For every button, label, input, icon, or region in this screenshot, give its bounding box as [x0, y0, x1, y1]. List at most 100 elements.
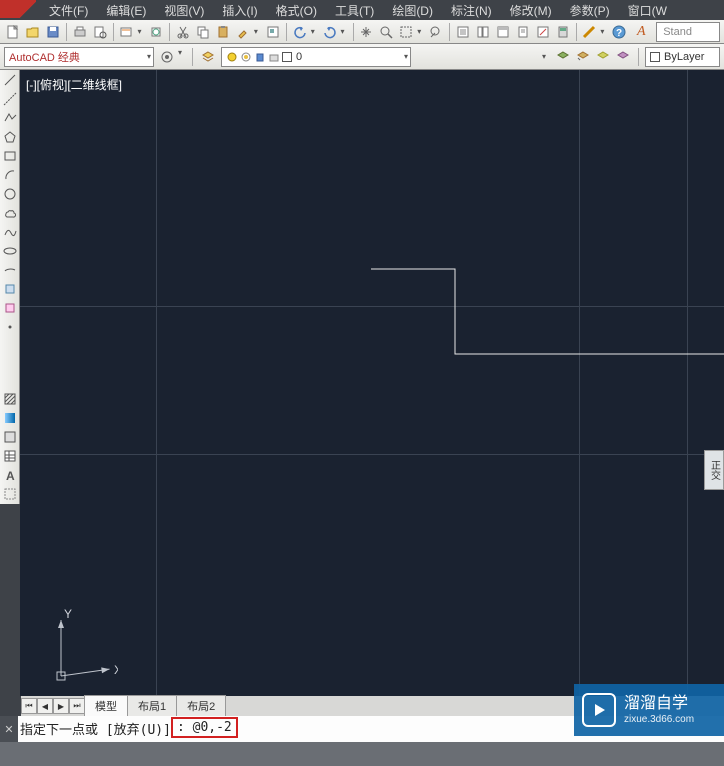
- layer-previous-icon[interactable]: [574, 48, 592, 66]
- sheet-set-icon[interactable]: [514, 23, 532, 41]
- menu-modify[interactable]: 修改(M): [501, 0, 561, 21]
- dropdown-arrow-icon[interactable]: ▾: [600, 27, 608, 36]
- add-selected-icon[interactable]: [2, 486, 18, 502]
- arc-icon[interactable]: [2, 167, 18, 183]
- tab-model[interactable]: 模型: [84, 695, 128, 717]
- zoom-realtime-icon[interactable]: [377, 23, 395, 41]
- polygon-icon[interactable]: [2, 129, 18, 145]
- menu-dim[interactable]: 标注(N): [442, 0, 501, 21]
- hatch-icon[interactable]: [2, 391, 18, 407]
- tab-next-icon[interactable]: ▶: [53, 698, 69, 714]
- zoom-window-icon[interactable]: [397, 23, 415, 41]
- measure-icon[interactable]: [581, 23, 599, 41]
- open-file-icon[interactable]: [24, 23, 42, 41]
- print-icon[interactable]: [71, 23, 89, 41]
- paste-icon[interactable]: [214, 23, 232, 41]
- dropdown-arrow-icon[interactable]: ▾: [341, 27, 349, 36]
- ellipse-arc-icon[interactable]: [2, 262, 18, 278]
- layer-state-icon[interactable]: [554, 48, 572, 66]
- region-icon[interactable]: [2, 429, 18, 445]
- insert-block-icon[interactable]: [2, 281, 18, 297]
- textstyle-icon[interactable]: A: [632, 23, 650, 41]
- construction-line-icon[interactable]: [2, 91, 18, 107]
- command-input-highlight: : @0,-2: [171, 717, 238, 738]
- svg-text:?: ?: [616, 28, 622, 39]
- mtext-icon[interactable]: A: [2, 467, 18, 483]
- tool-palettes-icon[interactable]: [494, 23, 512, 41]
- workspace-settings-icon[interactable]: [158, 48, 176, 66]
- ellipse-icon[interactable]: [2, 243, 18, 259]
- menu-param[interactable]: 参数(P): [561, 0, 619, 21]
- dropdown-arrow-icon[interactable]: ▾: [542, 52, 550, 61]
- menu-view[interactable]: 视图(V): [155, 0, 213, 21]
- menu-window[interactable]: 窗口(W: [619, 0, 676, 21]
- properties-icon[interactable]: [454, 23, 472, 41]
- watermark: 溜溜自学 zixue.3d66.com: [574, 684, 724, 736]
- tab-first-icon[interactable]: ⏮: [21, 698, 37, 714]
- redo-icon[interactable]: [321, 23, 339, 41]
- svg-text:A: A: [6, 469, 15, 482]
- drawn-polyline: [371, 269, 724, 354]
- rectangle-icon[interactable]: [2, 148, 18, 164]
- layer-combo[interactable]: 0 ▾: [221, 47, 411, 67]
- watermark-title: 溜溜自学: [624, 694, 694, 713]
- zoom-previous-icon[interactable]: [427, 23, 445, 41]
- match-props-icon[interactable]: [234, 23, 252, 41]
- new-file-icon[interactable]: [4, 23, 22, 41]
- command-close-button[interactable]: ✕: [0, 716, 18, 742]
- layer-iso-icon[interactable]: [594, 48, 612, 66]
- dropdown-arrow-icon[interactable]: ▾: [137, 27, 145, 36]
- markup-icon[interactable]: [534, 23, 552, 41]
- tab-layout1[interactable]: 布局1: [127, 695, 177, 717]
- menu-edit[interactable]: 编辑(E): [97, 0, 155, 21]
- layer-color-swatch: [282, 52, 292, 62]
- quickcalc-icon[interactable]: [554, 23, 572, 41]
- copy-icon[interactable]: [194, 23, 212, 41]
- tab-layout2[interactable]: 布局2: [176, 695, 226, 717]
- copy-link-icon[interactable]: [147, 23, 165, 41]
- print-preview-icon[interactable]: [91, 23, 109, 41]
- help-icon[interactable]: ?: [610, 23, 628, 41]
- layer-name: 0: [296, 51, 302, 63]
- draw-toolbar: A: [0, 70, 20, 504]
- textstyle-label: Stand: [663, 26, 692, 38]
- linetype-swatch: [650, 52, 660, 62]
- dropdown-arrow-icon[interactable]: ▾: [254, 27, 262, 36]
- linetype-combo[interactable]: ByLayer: [645, 47, 720, 67]
- design-center-icon[interactable]: [474, 23, 492, 41]
- menu-format[interactable]: 格式(O): [267, 0, 326, 21]
- layer-manager-icon[interactable]: [199, 48, 217, 66]
- circle-icon[interactable]: [2, 186, 18, 202]
- drawing-canvas[interactable]: [-][俯视][二维线框] Y X 正交: [20, 70, 724, 696]
- revision-cloud-icon[interactable]: [2, 205, 18, 221]
- menu-insert[interactable]: 插入(I): [213, 0, 266, 21]
- tab-last-icon[interactable]: ⏭: [69, 698, 85, 714]
- textstyle-combo[interactable]: Stand: [656, 22, 720, 42]
- dropdown-arrow-icon[interactable]: ▾: [417, 27, 425, 36]
- table-icon[interactable]: [2, 448, 18, 464]
- ucs-x-label: X: [114, 663, 118, 677]
- spline-icon[interactable]: [2, 224, 18, 240]
- cut-icon[interactable]: [174, 23, 192, 41]
- tab-prev-icon[interactable]: ◀: [37, 698, 53, 714]
- publish-icon[interactable]: [118, 23, 136, 41]
- dropdown-arrow-icon[interactable]: ▾: [178, 48, 186, 66]
- workspace-combo[interactable]: AutoCAD 经典 ▾: [4, 47, 154, 67]
- undo-icon[interactable]: [291, 23, 309, 41]
- layer-walk-icon[interactable]: [614, 48, 632, 66]
- line-icon[interactable]: [2, 72, 18, 88]
- make-block-icon[interactable]: [2, 300, 18, 316]
- save-icon[interactable]: [44, 23, 62, 41]
- point-icon[interactable]: [2, 319, 18, 335]
- menu-file[interactable]: 文件(F): [40, 0, 97, 21]
- pan-icon[interactable]: [358, 23, 376, 41]
- menu-tools[interactable]: 工具(T): [326, 0, 383, 21]
- polyline-icon[interactable]: [2, 110, 18, 126]
- menu-draw[interactable]: 绘图(D): [383, 0, 442, 21]
- ucs-icon: Y X: [38, 608, 118, 688]
- block-editor-icon[interactable]: [264, 23, 282, 41]
- gradient-icon[interactable]: [2, 410, 18, 426]
- ortho-indicator[interactable]: 正交: [704, 450, 724, 490]
- dropdown-arrow-icon[interactable]: ▾: [311, 27, 319, 36]
- app-logo-corner: [0, 0, 36, 18]
